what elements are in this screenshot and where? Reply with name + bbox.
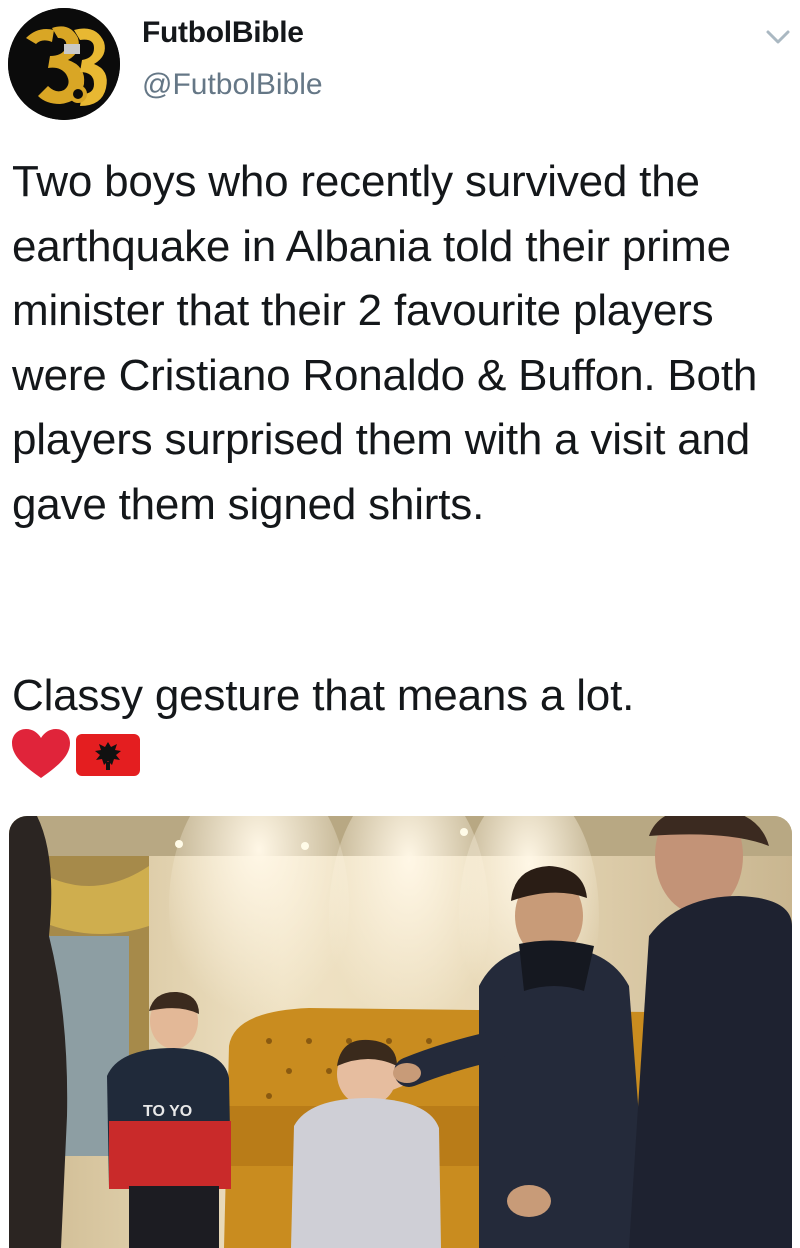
tweet-header: FutbolBible @FutbolBible <box>0 0 800 130</box>
avatar[interactable] <box>8 8 120 120</box>
tweet-text: Two boys who recently survived the earth… <box>12 150 792 720</box>
tweet-paragraph: Two boys who recently survived the earth… <box>12 157 758 529</box>
futbolbible-logo-icon <box>8 8 120 120</box>
user-handle[interactable]: @FutbolBible <box>142 68 323 102</box>
albania-flag-icon <box>76 734 140 776</box>
red-heart-icon <box>12 729 70 778</box>
display-name[interactable]: FutbolBible <box>142 16 304 50</box>
tweet-paragraph: Classy gesture that means a lot. <box>12 671 635 720</box>
shirt-text: TO YO <box>143 1103 192 1120</box>
chevron-down-icon[interactable] <box>760 22 796 52</box>
tweet-media-image[interactable]: TO YO <box>9 816 792 1248</box>
